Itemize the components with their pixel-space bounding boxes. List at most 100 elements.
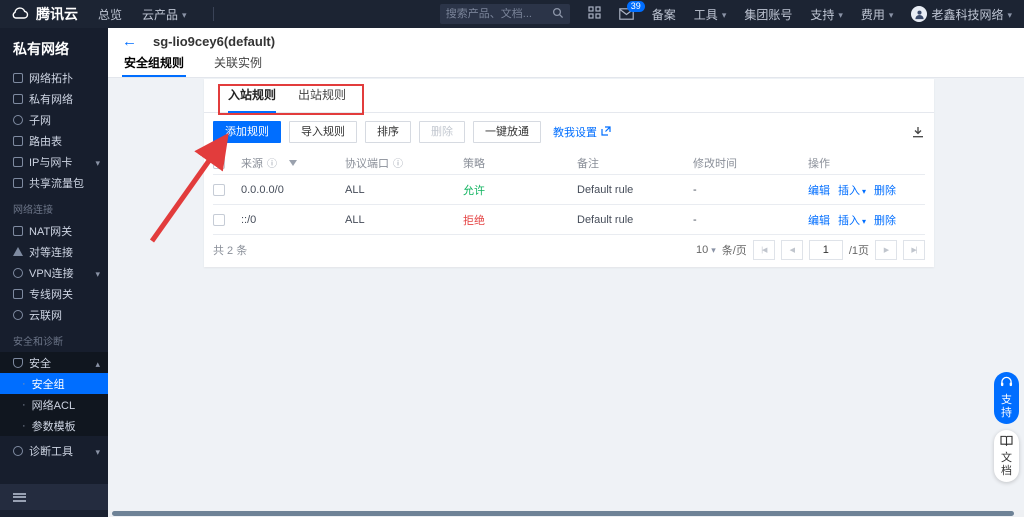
chevron-down-icon [711,244,716,256]
rule-port: ALL [345,214,463,226]
col-note: 备注 [577,155,693,171]
collapse-icon [13,493,26,502]
col-source: 来源 [241,155,263,171]
vpc-icon [13,94,23,104]
teach-me-link[interactable]: 教我设置 [553,124,611,140]
chevron-down-icon [95,266,100,280]
search-icon[interactable] [552,7,564,22]
sidebar-item-ccn[interactable]: 云联网 [0,304,108,325]
sidebar-collapse[interactable] [0,484,108,510]
page-total-label: /1页 [849,242,869,258]
sidebar-item-network-acl[interactable]: 网络ACL [0,394,108,415]
chevron-down-icon [182,7,187,21]
first-page-button[interactable] [753,240,775,260]
route-table-icon [13,136,23,146]
add-rule-button[interactable]: 添加规则 [213,121,281,143]
nav-products[interactable]: 云产品 [142,6,187,23]
col-port: 协议端口 [345,155,389,171]
sidebar-item-vpn[interactable]: VPN连接 [0,262,108,283]
docs-floating-button[interactable]: 文档 [994,430,1019,482]
page-tabs: 安全组规则 关联实例 [108,54,1024,78]
sidebar-item-vpc[interactable]: 私有网络 [0,88,108,109]
select-all-checkbox[interactable] [213,157,225,169]
last-page-button[interactable] [903,240,925,260]
sidebar-item-subnet[interactable]: 子网 [0,109,108,130]
page-size-select[interactable]: 10 [696,244,716,256]
topbar-search[interactable] [440,4,570,24]
chevron-up-icon [95,356,100,370]
table-row: ::/0 ALL 拒绝 Default rule - 编辑 插入 删除 [213,205,925,235]
chevron-down-icon [1007,7,1012,21]
sidebar-item-parameter-template[interactable]: 参数模板 [0,415,108,436]
direct-connect-icon [13,289,23,299]
ccn-icon [13,310,23,320]
sort-button[interactable]: 排序 [365,121,411,143]
info-icon[interactable] [267,155,277,170]
scrollbar-corner [0,510,108,517]
delete-link[interactable]: 删除 [874,212,896,228]
scrollbar-thumb[interactable] [112,511,1014,516]
sidebar-item-security[interactable]: 安全 [0,352,108,373]
rule-policy: 允许 [463,182,577,198]
search-input[interactable] [446,8,552,20]
row-checkbox[interactable] [213,214,225,226]
tab-inbound-rules[interactable]: 入站规则 [228,79,276,113]
sidebar-item-network-topology[interactable]: 网络拓扑 [0,67,108,88]
sidebar-item-diagnosis-tools[interactable]: 诊断工具 [0,440,108,461]
sidebar-item-route-table[interactable]: 路由表 [0,130,108,151]
nav-tools[interactable]: 工具 [694,6,727,23]
nav-beian[interactable]: 备案 [652,6,676,23]
page-number-input[interactable] [809,240,843,260]
divider [213,7,214,21]
tencent-cloud-logo[interactable]: 腾讯云 [10,4,78,24]
sidebar-section-network-connection: 网络连接 [0,193,108,220]
import-rule-button[interactable]: 导入规则 [289,121,357,143]
bullet-icon [22,420,32,432]
insert-link[interactable]: 插入 [838,212,866,228]
open-all-button[interactable]: 一键放通 [473,121,541,143]
console-grid-icon[interactable] [588,6,601,22]
sidebar-item-traffic-package[interactable]: 共享流量包 [0,172,108,193]
rule-port: ALL [345,184,463,196]
rule-note: Default rule [577,184,693,196]
account-menu[interactable]: 老鑫科技网络 [911,6,1012,23]
messages-icon[interactable]: 39 [619,8,634,20]
chevron-down-icon [722,7,727,21]
sidebar-item-nat-gateway[interactable]: NAT网关 [0,220,108,241]
account-name: 老鑫科技网络 [931,6,1003,23]
edit-link[interactable]: 编辑 [808,212,830,228]
per-page-label: 条/页 [722,242,747,258]
nav-group-account[interactable]: 集团账号 [744,6,792,23]
chevron-down-icon [889,7,894,21]
page-header: ← sg-lio9cey6(default) [108,28,1024,54]
sidebar-item-peering[interactable]: 对等连接 [0,241,108,262]
nav-support[interactable]: 支持 [810,6,843,23]
edit-link[interactable]: 编辑 [808,182,830,198]
info-icon[interactable] [393,155,403,170]
tab-security-group-rules[interactable]: 安全组规则 [122,54,186,77]
support-floating-button[interactable]: 支持 [994,372,1019,424]
vpn-icon [13,268,23,278]
sidebar-section-security-diagnosis: 安全和诊断 [0,325,108,352]
tab-outbound-rules[interactable]: 出站规则 [298,79,346,113]
download-icon[interactable] [912,126,924,138]
tab-associated-instances[interactable]: 关联实例 [212,54,264,77]
sidebar-item-ip-nic[interactable]: IP与网卡 [0,151,108,172]
insert-link[interactable]: 插入 [838,182,866,198]
nav-billing[interactable]: 费用 [861,6,894,23]
filter-icon[interactable] [289,160,297,166]
sidebar-item-security-group[interactable]: 安全组 [0,373,108,394]
next-page-button[interactable] [875,240,897,260]
horizontal-scrollbar [0,510,1024,517]
chevron-down-icon [95,444,100,458]
delete-link[interactable]: 删除 [874,182,896,198]
nav-overview[interactable]: 总览 [98,6,122,23]
sidebar-item-direct-connect[interactable]: 专线网关 [0,283,108,304]
row-checkbox[interactable] [213,184,225,196]
brand-label: 腾讯云 [36,4,78,24]
back-button[interactable]: ← [122,34,137,49]
prev-page-button[interactable] [781,240,803,260]
rule-note: Default rule [577,214,693,226]
security-submenu: 安全 安全组 网络ACL 参数模板 [0,352,108,436]
rule-direction-tabs: 入站规则 出站规则 [204,79,934,113]
